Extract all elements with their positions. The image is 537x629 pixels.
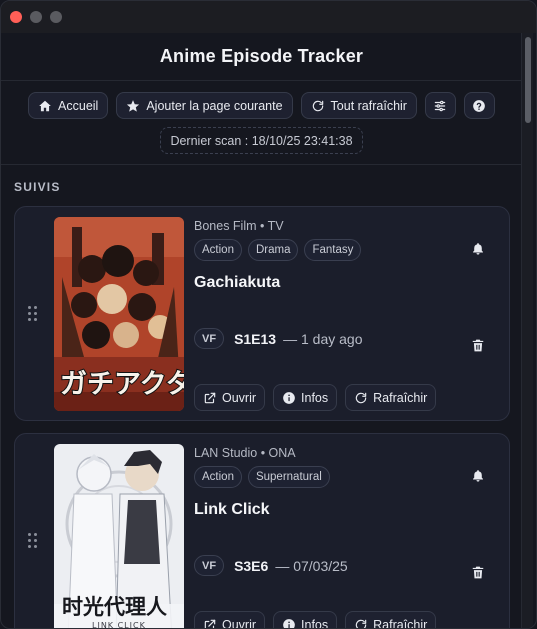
- star-icon: [127, 99, 140, 112]
- refresh-all-button[interactable]: Tout rafraîchir: [300, 92, 417, 119]
- section-label-followed: SUIVIS: [14, 180, 61, 194]
- info-icon: [283, 391, 295, 404]
- scan-status-wrap: Dernier scan : 18/10/25 23:41:38: [1, 127, 522, 154]
- episode-code: S3E6: [234, 557, 269, 574]
- last-scan-status: Dernier scan : 18/10/25 23:41:38: [160, 127, 363, 154]
- add-current-page-button[interactable]: Ajouter la page courante: [116, 92, 293, 119]
- drag-handle-icon[interactable]: [28, 533, 38, 549]
- refresh-icon: [312, 100, 323, 111]
- anime-title: Gachiakuta: [194, 274, 281, 291]
- studio-type: Bones Film • TV: [194, 219, 284, 233]
- bell-icon[interactable]: [471, 469, 485, 483]
- vertical-scrollbar[interactable]: [521, 33, 533, 628]
- home-icon: [39, 100, 51, 111]
- app-title: Anime Episode Tracker: [159, 46, 364, 66]
- open-button[interactable]: Ouvrir: [194, 384, 266, 411]
- minimize-window-button[interactable]: [30, 11, 42, 23]
- poster-logo-subtext: LINK CLICK: [92, 621, 146, 629]
- info-icon: [283, 618, 295, 628]
- studio-type: LAN Studio • ONA: [194, 446, 296, 460]
- poster-artwork: 时光代理人 LINK CLICK: [54, 444, 184, 629]
- anime-card: 时光代理人 LINK CLICK LAN Studio • ONA Action…: [14, 433, 510, 629]
- episode-date: — 07/03/25: [275, 557, 348, 574]
- refresh-all-label: Tout rafraîchir: [330, 98, 407, 113]
- anime-poster[interactable]: 时光代理人 LINK CLICK: [54, 444, 184, 629]
- open-button[interactable]: Ouvrir: [194, 611, 266, 629]
- episode-row: VF S1E13 — 1 day ago: [194, 328, 363, 349]
- poster-artwork: ガチアクタ: [54, 217, 184, 411]
- help-button[interactable]: [463, 92, 495, 119]
- settings-button[interactable]: [424, 92, 456, 119]
- external-link-icon: [204, 392, 216, 403]
- home-button[interactable]: Accueil: [28, 92, 109, 119]
- maximize-window-button[interactable]: [50, 11, 62, 23]
- language-badge: VF: [194, 328, 225, 349]
- info-button[interactable]: Infos: [273, 384, 338, 411]
- home-button-label: Accueil: [58, 98, 99, 113]
- refresh-button-label: Rafraîchir: [373, 390, 428, 405]
- genre-tag: Drama: [247, 239, 299, 261]
- anime-poster[interactable]: ガチアクタ: [54, 217, 184, 411]
- open-button-label: Ouvrir: [222, 617, 257, 629]
- external-link-icon: [204, 619, 216, 628]
- sliders-icon: [435, 100, 446, 111]
- toolbar: Accueil Ajouter la page courante Tout ra…: [1, 81, 522, 119]
- genre-tag: Action: [194, 239, 242, 261]
- episode-code: S1E13: [234, 330, 277, 347]
- info-button-label: Infos: [301, 390, 329, 405]
- anime-title: Link Click: [194, 501, 270, 518]
- refresh-button-label: Rafraîchir: [373, 617, 428, 629]
- title-bar: [1, 1, 536, 33]
- refresh-icon: [355, 392, 367, 403]
- genre-tag: Fantasy: [304, 239, 362, 261]
- main-content: Anime Episode Tracker Accueil Ajouter la…: [1, 33, 522, 629]
- add-current-page-label: Ajouter la page courante: [146, 98, 283, 113]
- refresh-button[interactable]: Rafraîchir: [345, 611, 437, 629]
- genre-tags: Action Drama Fantasy: [194, 239, 362, 261]
- language-badge: VF: [194, 555, 225, 576]
- refresh-icon: [355, 619, 367, 628]
- drag-handle-icon[interactable]: [28, 306, 38, 322]
- trash-icon[interactable]: [471, 338, 485, 353]
- poster-logo-text: 时光代理人: [62, 595, 167, 619]
- close-window-button[interactable]: [10, 11, 22, 23]
- bell-icon[interactable]: [471, 242, 485, 256]
- genre-tag: Supernatural: [247, 466, 330, 488]
- open-button-label: Ouvrir: [222, 390, 257, 405]
- card-actions: Ouvrir Infos Rafraîchir: [194, 611, 437, 629]
- episode-row: VF S3E6 — 07/03/25: [194, 555, 348, 576]
- poster-logo-text: ガチアクタ: [60, 369, 184, 400]
- help-icon: [473, 99, 486, 112]
- info-button-label: Infos: [301, 617, 329, 629]
- section-divider: [1, 164, 522, 165]
- card-actions: Ouvrir Infos Rafraîchir: [194, 384, 437, 411]
- trash-icon[interactable]: [471, 565, 485, 580]
- refresh-button[interactable]: Rafraîchir: [345, 384, 437, 411]
- genre-tags: Action Supernatural: [194, 466, 330, 488]
- scroll-thumb[interactable]: [525, 37, 531, 123]
- genre-tag: Action: [194, 466, 242, 488]
- app-header: Anime Episode Tracker: [1, 33, 522, 81]
- anime-card: ガチアクタ Bones Film • TV Action Drama Fanta…: [14, 206, 510, 421]
- app-window: Anime Episode Tracker Accueil Ajouter la…: [0, 0, 537, 629]
- episode-date: — 1 day ago: [283, 330, 363, 347]
- info-button[interactable]: Infos: [273, 611, 338, 629]
